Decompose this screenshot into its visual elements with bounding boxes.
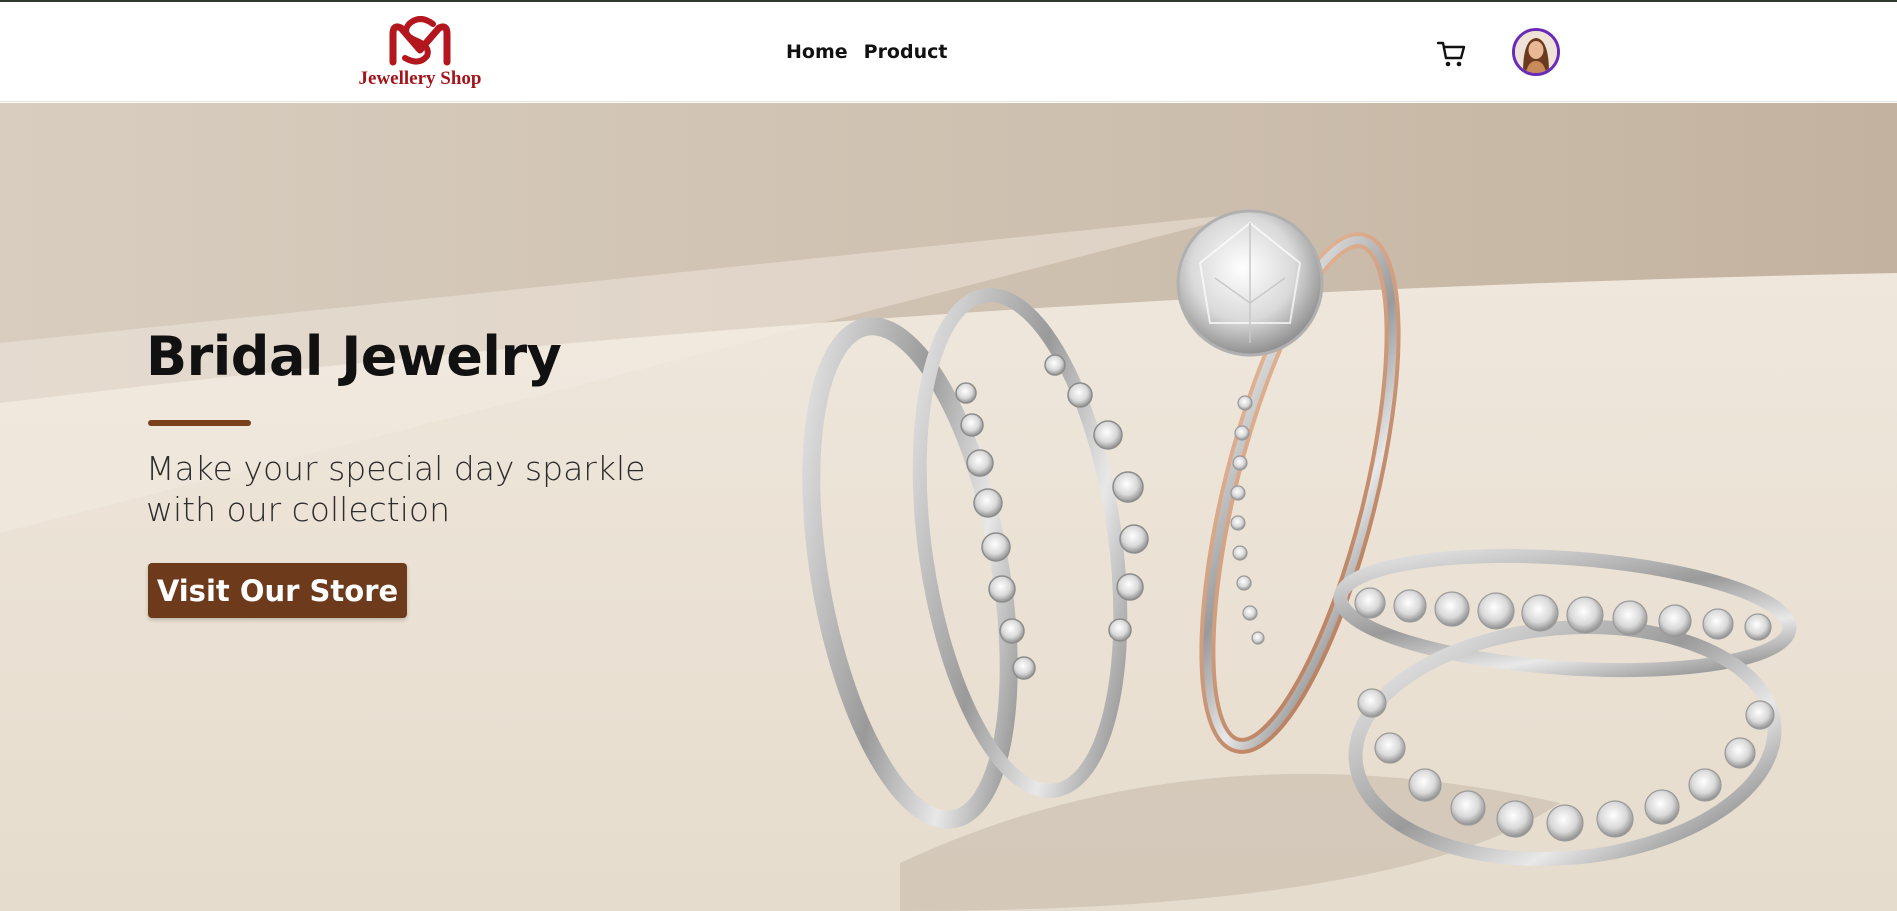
cart-icon <box>1436 41 1466 67</box>
visit-store-button[interactable]: Visit Our Store <box>148 563 407 618</box>
nav-product-link[interactable]: Product <box>864 41 948 63</box>
hero-divider <box>148 420 251 426</box>
brand-logo[interactable]: Jewellery Shop <box>345 16 495 94</box>
main-nav: Home Product <box>786 41 947 63</box>
page: Jewellery Shop Home Product Bridal Jewel… <box>0 0 1897 911</box>
brand-name: Jewellery Shop <box>358 68 482 89</box>
ms-monogram-icon <box>389 16 451 66</box>
hero-banner: Bridal Jewelry Make your special day spa… <box>0 103 1897 911</box>
nav-home-link[interactable]: Home <box>786 41 848 63</box>
user-avatar[interactable] <box>1512 28 1560 76</box>
cart-button[interactable] <box>1436 38 1468 70</box>
hero-subtitle: Make your special day sparkle with our c… <box>146 449 646 529</box>
user-photo-icon <box>1515 31 1557 73</box>
navbar: Jewellery Shop Home Product <box>0 2 1897 102</box>
hero-title: Bridal Jewelry <box>146 325 562 388</box>
